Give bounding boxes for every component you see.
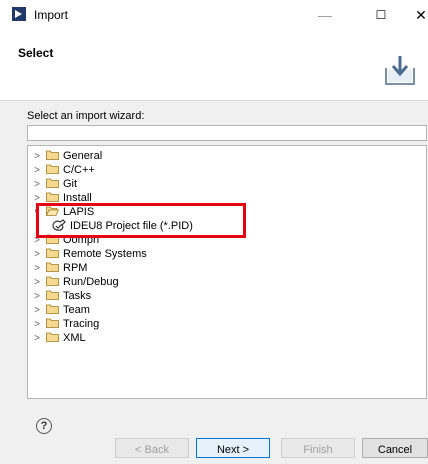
folder-icon <box>46 234 59 244</box>
tree-item-label: Tasks <box>63 290 92 303</box>
folder-icon <box>46 150 59 160</box>
tree-item-run-debug[interactable]: > Run/Debug <box>28 275 119 289</box>
tree-item-label: Oomph <box>63 234 100 247</box>
chevron-right-icon[interactable]: > <box>32 276 42 290</box>
tree-item-tracing[interactable]: > Tracing <box>28 317 99 331</box>
dialog-header: Select <box>0 30 428 101</box>
tree-item-label: Git <box>63 178 78 191</box>
folder-icon <box>46 164 59 174</box>
import-banner-icon <box>385 56 415 85</box>
filter-input[interactable] <box>27 125 427 141</box>
minimize-button[interactable]: — <box>310 4 340 26</box>
wizard-label: Select an import wizard: <box>27 110 145 122</box>
tree-item-remote-systems[interactable]: > Remote Systems <box>28 247 147 261</box>
chevron-right-icon[interactable]: > <box>32 332 42 346</box>
close-button[interactable]: ✕ <box>406 4 428 26</box>
folder-icon <box>46 332 59 342</box>
tree-item-rpm[interactable]: > RPM <box>28 261 87 275</box>
chevron-right-icon[interactable]: > <box>32 164 42 178</box>
next-button[interactable]: Next > <box>196 438 270 458</box>
folder-icon <box>46 318 59 328</box>
chevron-right-icon[interactable]: > <box>32 178 42 192</box>
page-title: Select <box>18 46 54 60</box>
folder-icon <box>46 276 59 286</box>
app-icon <box>12 7 26 21</box>
import-wizard-icon <box>52 219 66 231</box>
chevron-right-icon[interactable]: > <box>32 262 42 276</box>
tree-item-label: General <box>63 150 103 163</box>
tree-item-label: C/C++ <box>63 164 95 177</box>
back-button[interactable]: < Back <box>115 438 189 458</box>
tree-item-label: Install <box>63 192 92 205</box>
tree-item-ideu8-project[interactable]: IDEU8 Project file (*.PID) <box>52 219 193 233</box>
chevron-right-icon[interactable]: > <box>32 290 42 304</box>
maximize-button[interactable]: ☐ <box>366 4 396 26</box>
title-bar: Import — ☐ ✕ <box>0 0 428 30</box>
chevron-right-icon[interactable]: > <box>32 318 42 332</box>
chevron-right-icon[interactable]: > <box>32 150 42 164</box>
tree-item-general[interactable]: > General <box>28 149 102 163</box>
folder-icon <box>46 178 59 188</box>
window-title: Import <box>34 8 69 22</box>
help-icon[interactable]: ? <box>36 418 52 434</box>
chevron-right-icon[interactable]: > <box>32 304 42 318</box>
finish-button[interactable]: Finish <box>281 438 355 458</box>
tree-item-oomph[interactable]: > Oomph <box>28 233 99 247</box>
chevron-right-icon[interactable]: > <box>32 248 42 262</box>
tree-item-label: LAPIS <box>63 206 95 219</box>
folder-icon <box>46 304 59 314</box>
tree-item-label: IDEU8 Project file (*.PID) <box>70 220 193 233</box>
tree-item-cpp[interactable]: > C/C++ <box>28 163 95 177</box>
chevron-right-icon[interactable]: > <box>32 192 42 206</box>
folder-icon <box>46 290 59 300</box>
tree-item-team[interactable]: > Team <box>28 303 90 317</box>
tree-item-label: RPM <box>63 262 88 275</box>
tree-item-label: Run/Debug <box>63 276 119 289</box>
wizard-tree[interactable]: > General > C/C++ > Git > Install ∨ LAPIS IDE… <box>27 145 427 399</box>
tree-item-install[interactable]: > Install <box>28 191 92 205</box>
tree-item-label: Tracing <box>63 318 100 331</box>
folder-icon <box>46 262 59 272</box>
tree-item-label: XML <box>63 332 86 345</box>
tree-item-xml[interactable]: > XML <box>28 331 86 345</box>
tree-item-tasks[interactable]: > Tasks <box>28 289 91 303</box>
folder-icon <box>46 248 59 258</box>
chevron-down-icon[interactable]: ∨ <box>32 206 42 220</box>
tree-item-label: Team <box>63 304 90 317</box>
tree-item-lapis[interactable]: ∨ LAPIS <box>28 205 94 219</box>
tree-item-label: Remote Systems <box>63 248 147 261</box>
cancel-button[interactable]: Cancel <box>362 438 428 458</box>
folder-open-icon <box>46 206 59 216</box>
folder-icon <box>46 192 59 202</box>
chevron-right-icon[interactable]: > <box>32 234 42 248</box>
tree-item-git[interactable]: > Git <box>28 177 77 191</box>
